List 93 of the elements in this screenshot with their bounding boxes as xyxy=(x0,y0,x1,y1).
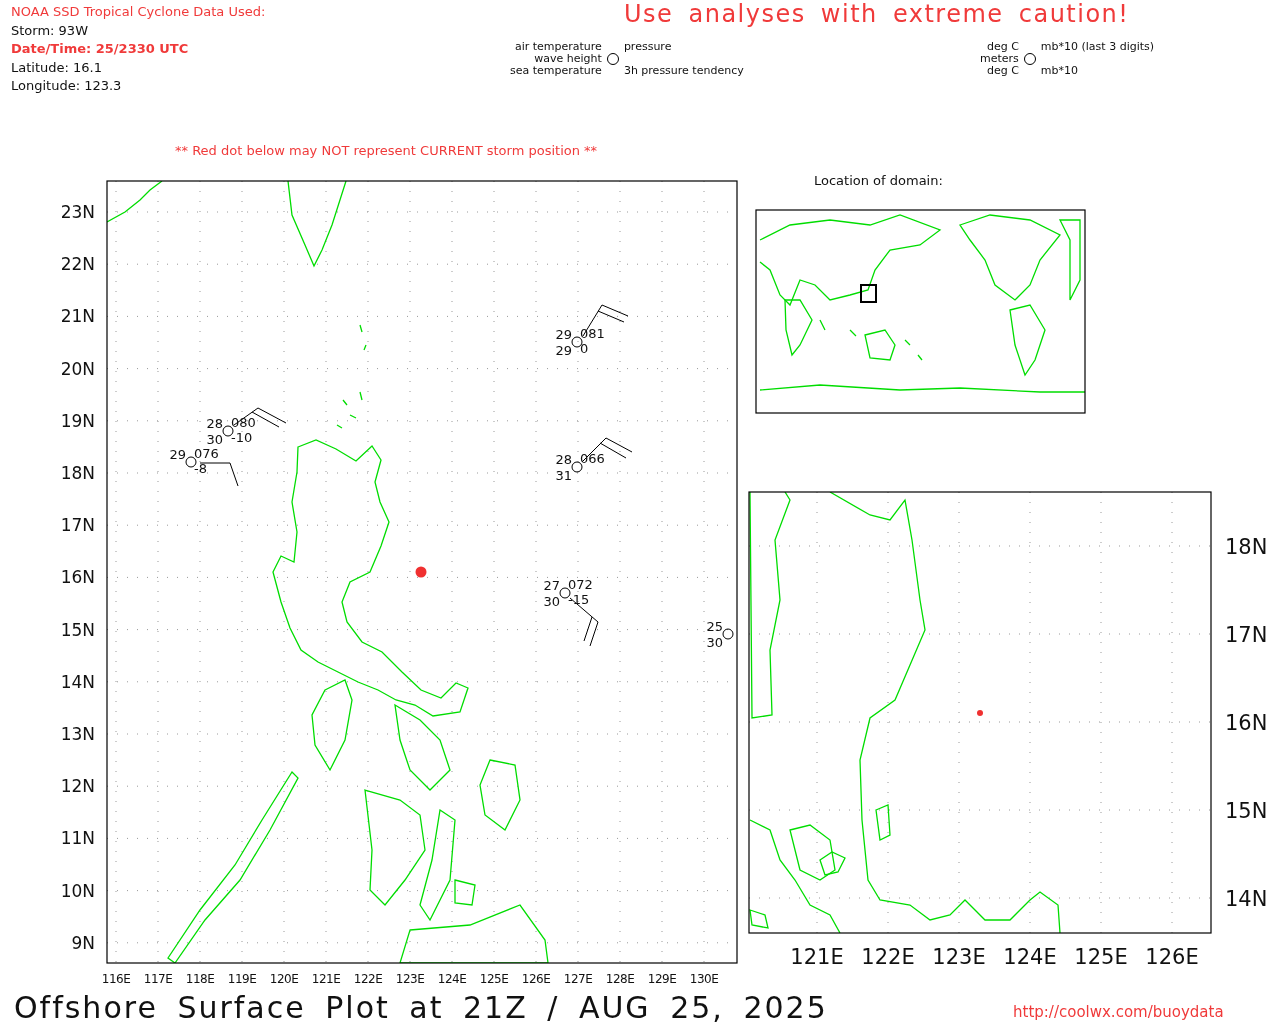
legend-label: wave height xyxy=(534,53,602,65)
legend-unit: mb*10 xyxy=(1040,65,1080,77)
domain-box xyxy=(860,284,877,303)
pressure-value: 080 xyxy=(231,415,256,430)
longitude-tick: 119E xyxy=(227,972,257,986)
legend-unit: meters xyxy=(980,53,1019,65)
longitude-tick: 129E xyxy=(647,972,677,986)
caution-title: Use analyses with extreme caution! xyxy=(624,0,1130,28)
station-circle-icon xyxy=(571,336,583,348)
latitude-tick: 10N xyxy=(60,880,95,901)
latitude-tick: 14N xyxy=(60,671,95,692)
pressure-tendency: 0 xyxy=(580,341,589,356)
air-temperature: 25 xyxy=(706,619,723,634)
longitude-tick: 123E xyxy=(932,945,986,969)
longitude-tick: 122E xyxy=(353,972,383,986)
legend-label: 3h pressure tendency xyxy=(623,65,744,77)
pressure-tendency: -10 xyxy=(231,430,253,445)
plot-title: Offshore Surface Plot at 21Z / AUG 25, 2025 xyxy=(14,990,828,1024)
legend-label: pressure xyxy=(623,41,673,53)
longitude-tick: 125E xyxy=(479,972,509,986)
latitude-tick: 12N xyxy=(60,776,95,797)
station-circle-icon xyxy=(722,628,734,640)
domain-title: Location of domain: xyxy=(814,173,943,188)
wind-barb-icon xyxy=(233,407,287,428)
station-circle-icon xyxy=(1022,52,1037,66)
longitude-tick: 121E xyxy=(311,972,341,986)
station-circle-icon xyxy=(605,52,620,66)
sea-temperature: 31 xyxy=(555,468,572,483)
legend-unit: deg C xyxy=(986,41,1019,53)
latitude-tick: 14N xyxy=(1225,887,1268,911)
latitude-tick: 15N xyxy=(1225,799,1268,823)
longitude-tick: 124E xyxy=(437,972,467,986)
longitude-tick: 125E xyxy=(1074,945,1128,969)
pressure-value: 072 xyxy=(568,577,593,592)
air-temperature: 28 xyxy=(555,452,572,467)
latitude-tick: 13N xyxy=(60,724,95,744)
longitude-tick: 128E xyxy=(605,972,635,986)
latitude-tick: 9N xyxy=(71,932,95,953)
latitude-tick: 16N xyxy=(1225,711,1268,735)
warning-text: ** Red dot below may NOT represent CURRENT storm position ** xyxy=(175,143,598,158)
sea-temperature: 30 xyxy=(206,432,223,447)
latitude-tick: 18N xyxy=(60,463,95,483)
latitude-tick: 20N xyxy=(60,358,95,379)
latitude-tick: 11N xyxy=(60,828,95,849)
longitude-label: Longitude: 123.3 xyxy=(11,78,123,95)
source-link[interactable]: http://coolwx.com/buoydata xyxy=(1013,1003,1224,1021)
longitude-tick: 124E xyxy=(1003,945,1057,969)
latitude-tick: 16N xyxy=(60,567,95,588)
longitude-tick: 117E xyxy=(143,972,173,986)
pressure-tendency: -8 xyxy=(194,461,207,476)
station-circle-icon xyxy=(571,461,583,473)
longitude-tick: 126E xyxy=(521,972,551,986)
latitude-tick: 17N xyxy=(1225,623,1268,647)
latitude-tick: 23N xyxy=(60,202,95,222)
latitude-label: Latitude: 16.1 xyxy=(11,59,103,76)
longitude-tick: 130E xyxy=(689,972,719,986)
air-temperature: 29 xyxy=(169,447,186,462)
latitude-tick: 18N xyxy=(1225,535,1268,559)
storm-position-dot xyxy=(977,710,983,716)
sea-temperature: 30 xyxy=(706,635,723,650)
latitude-tick: 19N xyxy=(60,410,95,431)
latitude-tick: 17N xyxy=(60,515,95,536)
air-temperature: 27 xyxy=(543,578,560,593)
latitude-tick: 15N xyxy=(60,619,95,640)
longitude-tick: 123E xyxy=(395,972,425,986)
latitude-tick: 21N xyxy=(60,306,95,327)
longitude-tick: 122E xyxy=(861,945,915,969)
wind-barb-icon xyxy=(581,437,633,463)
air-temperature: 29 xyxy=(555,327,572,342)
longitude-tick: 127E xyxy=(563,972,593,986)
longitude-tick: 118E xyxy=(185,972,215,986)
legend-label: air temperature xyxy=(514,41,602,53)
legend-unit: mb*10 (last 3 digits) xyxy=(1040,41,1155,53)
pressure-tendency: -15 xyxy=(568,592,590,607)
source-title: NOAA SSD Tropical Cyclone Data Used: xyxy=(11,4,266,21)
pressure-value: 081 xyxy=(580,326,605,341)
datetime-label: Date/Time: 25/2330 UTC xyxy=(11,41,190,58)
legend-unit: deg C xyxy=(986,65,1019,77)
latitude-tick: 22N xyxy=(60,254,95,275)
storm-position-dot xyxy=(415,566,427,578)
legend-label: sea temperature xyxy=(510,65,602,77)
longitude-tick: 120E xyxy=(269,972,299,986)
longitude-tick: 126E xyxy=(1145,945,1199,969)
storm-label: Storm: 93W xyxy=(11,22,89,39)
pressure-value: 076 xyxy=(194,446,219,461)
air-temperature: 28 xyxy=(206,416,223,431)
wind-barb-icon xyxy=(582,304,629,337)
wind-barb-icon xyxy=(569,597,599,647)
longitude-tick: 121E xyxy=(790,945,844,969)
longitude-tick: 116E xyxy=(101,972,131,986)
pressure-value: 066 xyxy=(580,451,605,466)
sea-temperature: 29 xyxy=(555,343,572,358)
sea-temperature: 30 xyxy=(543,594,560,609)
